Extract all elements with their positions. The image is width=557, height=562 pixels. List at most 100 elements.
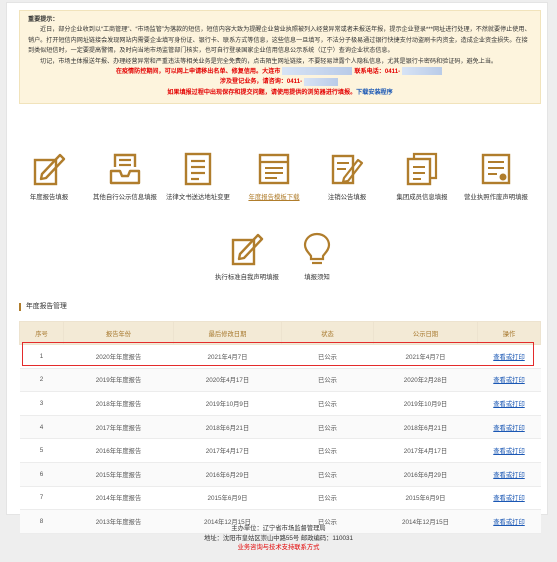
col-header-year: 报告年份 xyxy=(63,321,174,345)
cell-index: 3 xyxy=(19,391,64,416)
important-notice: 重要提示： 近日，部分企业收到以“工商管理”、“市场监管”为落款的短信，短信内容… xyxy=(19,10,541,105)
cell-modified: 2018年6月21日 xyxy=(173,414,282,440)
annual-report-entry[interactable]: 年度报告填报 xyxy=(14,151,84,202)
cell-index: 7 xyxy=(19,485,64,511)
registration-contact: 涉及登记业务，请咨询：0411- xyxy=(28,77,532,87)
cell-modified: 2016年6月29日 xyxy=(173,461,282,487)
cell-publish-date: 2018年6月21日 xyxy=(373,414,478,440)
cell-modified: 2019年10月9日 xyxy=(173,391,282,416)
icon-label: 注销公告填报 xyxy=(327,194,367,201)
cell-index: 5 xyxy=(19,438,64,463)
license-void-entry[interactable]: 营业执照作废声明填报 xyxy=(461,151,531,202)
cell-action: 查看或打印 xyxy=(477,485,541,511)
redacted-number xyxy=(402,67,443,76)
view-print-link[interactable]: 查看或打印 xyxy=(493,495,524,502)
cell-action: 查看或打印 xyxy=(477,344,541,369)
redacted-number xyxy=(304,77,339,86)
table-row: 2 2019年年度报告 2020年4月17日 已公示 2020年2月28日 查看或打印 xyxy=(19,367,541,393)
cell-status: 已公示 xyxy=(281,485,374,511)
footer-organizer: 主办单位：辽宁省市场监督管理局 xyxy=(231,525,326,532)
icon-label: 执行标准自我声明填报 xyxy=(215,274,279,281)
group-member-entry[interactable]: 集团成员信息填报 xyxy=(387,151,457,202)
table-header-row: 序号 报告年份 最后修改日期 状态 公示日期 操作 xyxy=(19,321,541,345)
other-disclosure-entry[interactable]: 其他自行公示信息填报 xyxy=(90,151,160,202)
footer-address: 地址：沈阳市皇姑区崇山中路55号 邮政编码：110031 xyxy=(204,534,353,542)
col-header-status: 状态 xyxy=(281,321,374,345)
view-print-link[interactable]: 查看或打印 xyxy=(493,448,524,455)
cell-year: 2019年年度报告 xyxy=(63,367,174,393)
cell-year: 2018年年度报告 xyxy=(63,391,174,416)
notice-heading: 重要提示： xyxy=(28,16,59,23)
view-print-link[interactable]: 查看或打印 xyxy=(493,377,524,384)
cell-year: 2014年年度报告 xyxy=(63,485,174,511)
filing-instructions-entry[interactable]: 填报须知 xyxy=(282,231,352,282)
redacted-text xyxy=(282,67,353,76)
document-list-icon xyxy=(184,152,212,186)
table-row: 1 2020年年度报告 2021年4月7日 已公示 2021年4月7日 查看或打印 xyxy=(19,344,541,369)
standard-declaration-entry[interactable]: 执行标准自我声明填报 xyxy=(212,231,282,282)
cell-status: 已公示 xyxy=(281,391,374,416)
cell-index: 4 xyxy=(19,414,64,440)
footer-support-link[interactable]: 业务咨询与技术支持联系方式 xyxy=(0,543,557,553)
annual-report-table: 序号 报告年份 最后修改日期 状态 公示日期 操作 1 2020年年度报告 2021… xyxy=(19,321,541,534)
cell-status: 已公示 xyxy=(281,344,374,369)
col-header-modified: 最后修改日期 xyxy=(173,321,282,345)
cell-modified: 2020年4月17日 xyxy=(173,367,282,393)
icon-label: 年度报告模板下载 xyxy=(248,194,300,201)
cell-index: 1 xyxy=(19,344,64,369)
icon-label: 法律文书送达地址变更 xyxy=(166,194,230,201)
legal-address-change-entry[interactable]: 法律文书送达地址变更 xyxy=(163,151,233,202)
cell-status: 已公示 xyxy=(281,438,374,463)
section-title: 年度报告管理 xyxy=(19,303,67,311)
cancel-notice-icon xyxy=(331,154,364,185)
col-header-publish-date: 公示日期 xyxy=(373,321,478,345)
license-void-icon xyxy=(481,153,511,185)
icon-label: 年度报告填报 xyxy=(29,194,69,201)
cell-publish-date: 2021年4月7日 xyxy=(373,344,478,369)
download-installer-link[interactable]: 下载安装程序 xyxy=(356,89,393,96)
view-print-link[interactable]: 查看或打印 xyxy=(493,354,524,361)
browser-notice: 如果填报过程中出现保存和提交问题，请使用提供的浏览器进行填报。下载安装程序 xyxy=(167,88,393,96)
icon-label: 营业执照作废声明填报 xyxy=(464,194,528,201)
cell-publish-date: 2015年6月9日 xyxy=(373,485,478,511)
group-members-icon xyxy=(406,152,438,186)
table-row: 7 2014年年度报告 2015年6月9日 已公示 2015年6月9日 查看或打印 xyxy=(19,485,541,511)
cell-modified: 2021年4月7日 xyxy=(173,344,282,369)
cell-action: 查看或打印 xyxy=(477,414,541,440)
inbox-stack-icon xyxy=(109,153,141,185)
report-template-icon xyxy=(258,153,290,185)
cell-index: 2 xyxy=(19,367,64,393)
lightbulb-icon xyxy=(303,232,331,265)
view-print-link[interactable]: 查看或打印 xyxy=(493,401,524,408)
standard-declaration-icon xyxy=(231,233,264,266)
icon-label: 填报须知 xyxy=(304,274,330,281)
cell-action: 查看或打印 xyxy=(477,461,541,487)
cell-year: 2015年年度报告 xyxy=(63,461,174,487)
cell-action: 查看或打印 xyxy=(477,391,541,416)
table-row: 6 2015年年度报告 2016年6月29日 已公示 2016年6月29日 查看或打印 xyxy=(19,461,541,487)
cell-status: 已公示 xyxy=(281,367,374,393)
cell-publish-date: 2020年2月28日 xyxy=(373,367,478,393)
cell-year: 2016年年度报告 xyxy=(63,438,174,463)
edit-report-icon xyxy=(33,153,66,186)
cell-year: 2017年年度报告 xyxy=(63,414,174,440)
report-template-download-entry[interactable]: 年度报告模板下载 xyxy=(239,151,309,202)
cell-status: 已公示 xyxy=(281,414,374,440)
footer: 主办单位：辽宁省市场监督管理局 地址：沈阳市皇姑区崇山中路55号 邮政编码：11… xyxy=(0,524,557,553)
table-row: 3 2018年年度报告 2019年10月9日 已公示 2019年10月9日 查看或打印 xyxy=(19,391,541,416)
cell-index: 6 xyxy=(19,461,64,487)
cell-publish-date: 2019年10月9日 xyxy=(373,391,478,416)
cell-publish-date: 2017年4月17日 xyxy=(373,438,478,463)
view-print-link[interactable]: 查看或打印 xyxy=(493,472,524,479)
table-row: 4 2017年年度报告 2018年6月21日 已公示 2018年6月21日 查看或打印 xyxy=(19,414,541,440)
cancellation-notice-entry[interactable]: 注销公告填报 xyxy=(312,151,382,202)
cell-year: 2020年年度报告 xyxy=(63,344,174,369)
icon-label: 集团成员信息填报 xyxy=(396,194,448,201)
cell-status: 已公示 xyxy=(281,461,374,487)
view-print-link[interactable]: 查看或打印 xyxy=(493,425,524,432)
notice-paragraph-1: 近日，部分企业收到以“工商管理”、“市场监管”为落款的短信，短信内容大致为提醒企… xyxy=(28,26,531,55)
cell-publish-date: 2016年6月29日 xyxy=(373,461,478,487)
main-panel: 重要提示： 近日，部分企业收到以“工商管理”、“市场监管”为落款的短信，短信内容… xyxy=(6,2,548,534)
cell-modified: 2015年6月9日 xyxy=(173,485,282,511)
notice-paragraph-2: 切记，市场主体报送年报、办理经营异常和严重违法等相关业务是完全免费的，点击陌生网… xyxy=(40,57,498,65)
